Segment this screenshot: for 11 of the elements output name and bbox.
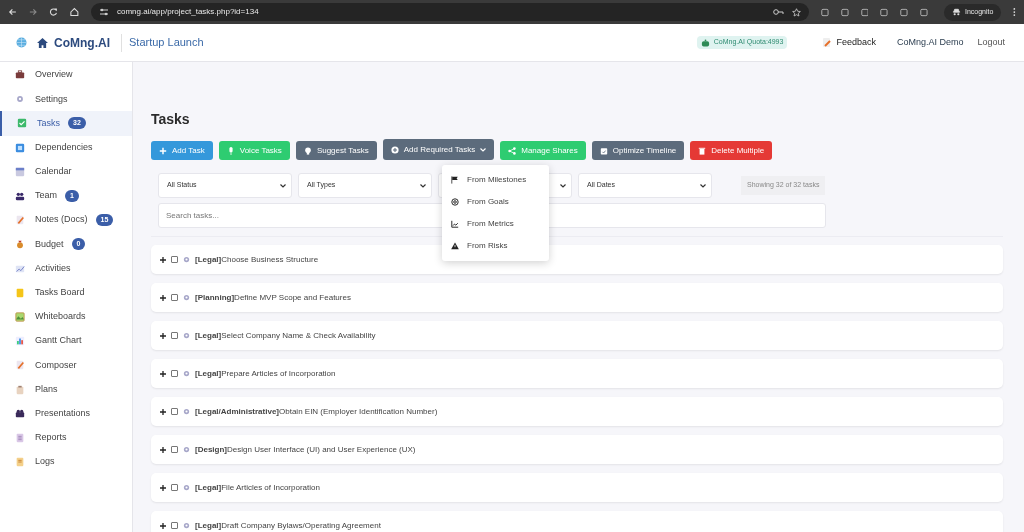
task-title: [Legal]Draft Company Bylaws/Operating Agreement xyxy=(195,519,381,532)
page-title: Tasks xyxy=(151,110,191,129)
task-title: [Legal]File Articles of Incorporation xyxy=(195,481,320,494)
url-text: comng.ai/app/project_tasks.php?id=134 xyxy=(116,6,259,18)
project-name: Startup Launch xyxy=(128,35,204,51)
task-title: [Legal]Prepare Articles of Incorporation xyxy=(195,367,336,380)
task-title: [Legal/Administrative]Obtain EIN (Employer Identification Number) xyxy=(195,405,438,418)
task-title: [Planning]Define MVP Scope and Features xyxy=(195,291,351,304)
task-title: [Legal]Choose Business Structure xyxy=(195,253,319,266)
task-title: [Legal]Select Company Name & Check Availability xyxy=(195,329,376,342)
task-title: [Design]Design User Interface (UI) and User Experience (UX) xyxy=(195,443,416,456)
